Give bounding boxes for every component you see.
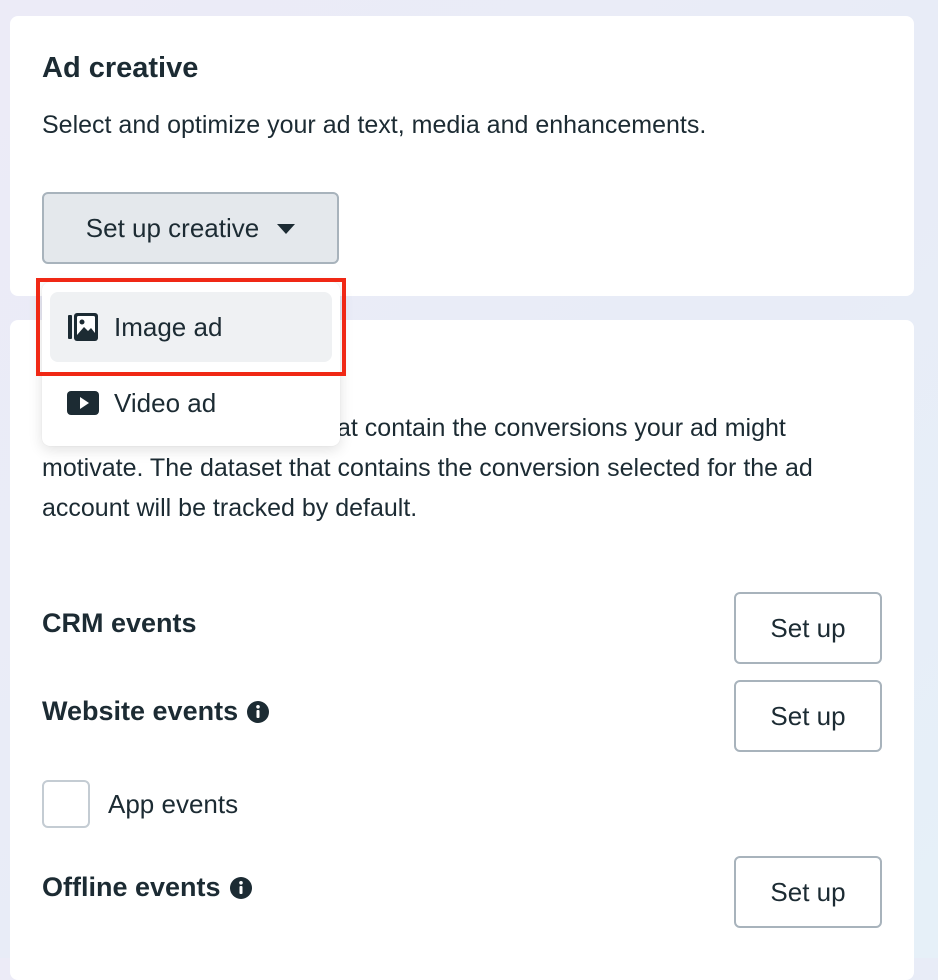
offline-events-setup-label: Set up [770, 876, 846, 907]
info-icon[interactable] [246, 700, 270, 724]
ad-creative-card: Ad creative Select and optimize your ad … [10, 16, 914, 296]
crm-events-label: CRM events [42, 608, 197, 638]
website-events-setup-label: Set up [770, 700, 846, 731]
dropdown-item-video-ad[interactable]: Video ad [50, 368, 332, 438]
image-icon [68, 313, 98, 341]
crm-events-setup-button[interactable]: Set up [734, 592, 882, 664]
app-events-checkbox[interactable] [42, 780, 90, 828]
info-icon[interactable] [229, 876, 253, 900]
offline-events-title: Offline events [42, 872, 253, 903]
video-ad-label: Video ad [114, 387, 217, 418]
ad-creative-description: Select and optimize your ad text, media … [42, 111, 707, 139]
creative-type-dropdown: Image ad Video ad [42, 282, 340, 446]
ad-creative-title: Ad creative [42, 52, 199, 84]
offline-events-label: Offline events [42, 872, 221, 902]
website-events-label: Website events [42, 696, 239, 726]
crm-events-title: CRM events [42, 608, 197, 639]
website-events-setup-button[interactable]: Set up [734, 680, 882, 752]
dropdown-item-image-ad[interactable]: Image ad [50, 292, 332, 362]
offline-events-setup-button[interactable]: Set up [734, 856, 882, 928]
app-events-label: App events [108, 788, 239, 819]
set-up-creative-label: Set up creative [85, 212, 260, 243]
set-up-creative-button[interactable]: Set up creative [42, 192, 339, 264]
crm-events-setup-label: Set up [770, 612, 846, 643]
app-events-row[interactable]: App events [42, 780, 238, 828]
video-play-icon [67, 391, 99, 415]
caret-down-icon [277, 224, 296, 234]
image-ad-label: Image ad [114, 311, 223, 342]
website-events-title: Website events [42, 696, 270, 727]
